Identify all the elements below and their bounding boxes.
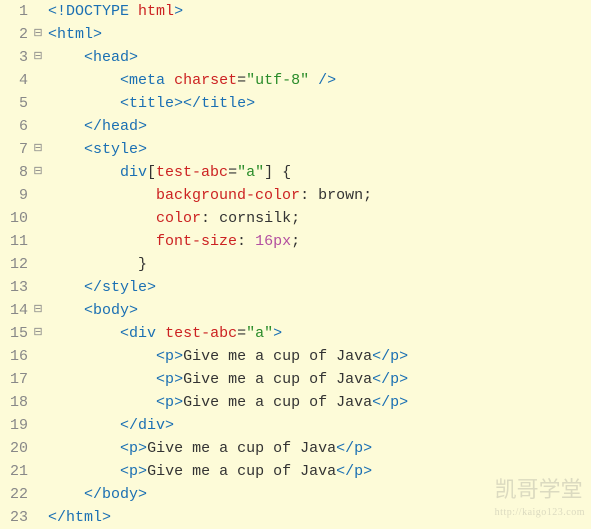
fold-gutter: ⊟ ⊟ ⊟ ⊟ ⊟ ⊟: [32, 0, 44, 529]
code-line[interactable]: <div test-abc="a">: [48, 322, 408, 345]
fold-marker[interactable]: ⊟: [32, 299, 44, 322]
fold-marker[interactable]: [32, 253, 44, 276]
line-number: 10: [0, 207, 30, 230]
code-line[interactable]: </div>: [48, 414, 408, 437]
fold-marker[interactable]: [32, 506, 44, 529]
line-number: 6: [0, 115, 30, 138]
code-editor: 1 2 3 4 5 6 7 8 9 10 11 12 13 14 15 16 1…: [0, 0, 591, 529]
code-line[interactable]: </head>: [48, 115, 408, 138]
line-number: 5: [0, 92, 30, 115]
fold-marker[interactable]: [32, 207, 44, 230]
code-line[interactable]: <p>Give me a cup of Java</p>: [48, 437, 408, 460]
line-number: 4: [0, 69, 30, 92]
fold-marker[interactable]: ⊟: [32, 161, 44, 184]
line-number: 11: [0, 230, 30, 253]
code-line[interactable]: <title></title>: [48, 92, 408, 115]
fold-marker[interactable]: [32, 0, 44, 23]
code-area[interactable]: <!DOCTYPE html> <html> <head> <meta char…: [44, 0, 408, 529]
fold-marker[interactable]: [32, 230, 44, 253]
line-number: 15: [0, 322, 30, 345]
line-number: 3: [0, 46, 30, 69]
line-number: 19: [0, 414, 30, 437]
line-number: 7: [0, 138, 30, 161]
fold-marker[interactable]: [32, 345, 44, 368]
fold-marker[interactable]: [32, 184, 44, 207]
code-line[interactable]: <head>: [48, 46, 408, 69]
fold-marker[interactable]: [32, 391, 44, 414]
code-line[interactable]: <!DOCTYPE html>: [48, 0, 408, 23]
fold-marker[interactable]: [32, 115, 44, 138]
code-line[interactable]: </html>: [48, 506, 408, 529]
line-number: 13: [0, 276, 30, 299]
fold-marker[interactable]: [32, 69, 44, 92]
line-number: 20: [0, 437, 30, 460]
line-number: 12: [0, 253, 30, 276]
fold-marker[interactable]: [32, 92, 44, 115]
line-number: 8: [0, 161, 30, 184]
line-number: 18: [0, 391, 30, 414]
fold-marker[interactable]: [32, 460, 44, 483]
code-line[interactable]: <p>Give me a cup of Java</p>: [48, 368, 408, 391]
code-line[interactable]: background-color: brown;: [48, 184, 408, 207]
fold-marker[interactable]: ⊟: [32, 138, 44, 161]
fold-marker[interactable]: [32, 437, 44, 460]
code-line[interactable]: </body>: [48, 483, 408, 506]
code-line[interactable]: div[test-abc="a"] {: [48, 161, 408, 184]
code-line[interactable]: color: cornsilk;: [48, 207, 408, 230]
line-number-gutter: 1 2 3 4 5 6 7 8 9 10 11 12 13 14 15 16 1…: [0, 0, 32, 529]
code-line[interactable]: }: [48, 253, 408, 276]
code-line[interactable]: <meta charset="utf-8" />: [48, 69, 408, 92]
line-number: 22: [0, 483, 30, 506]
fold-marker[interactable]: ⊟: [32, 322, 44, 345]
fold-marker[interactable]: [32, 483, 44, 506]
line-number: 2: [0, 23, 30, 46]
line-number: 1: [0, 0, 30, 23]
code-line[interactable]: <style>: [48, 138, 408, 161]
line-number: 21: [0, 460, 30, 483]
line-number: 17: [0, 368, 30, 391]
fold-marker[interactable]: ⊟: [32, 46, 44, 69]
line-number: 14: [0, 299, 30, 322]
code-line[interactable]: </style>: [48, 276, 408, 299]
code-line[interactable]: <p>Give me a cup of Java</p>: [48, 391, 408, 414]
line-number: 16: [0, 345, 30, 368]
fold-marker[interactable]: [32, 368, 44, 391]
code-line[interactable]: <html>: [48, 23, 408, 46]
line-number: 9: [0, 184, 30, 207]
fold-marker[interactable]: ⊟: [32, 23, 44, 46]
code-line[interactable]: <p>Give me a cup of Java</p>: [48, 460, 408, 483]
code-line[interactable]: <body>: [48, 299, 408, 322]
line-number: 23: [0, 506, 30, 529]
fold-marker[interactable]: [32, 414, 44, 437]
fold-marker[interactable]: [32, 276, 44, 299]
code-line[interactable]: font-size: 16px;: [48, 230, 408, 253]
code-line[interactable]: <p>Give me a cup of Java</p>: [48, 345, 408, 368]
